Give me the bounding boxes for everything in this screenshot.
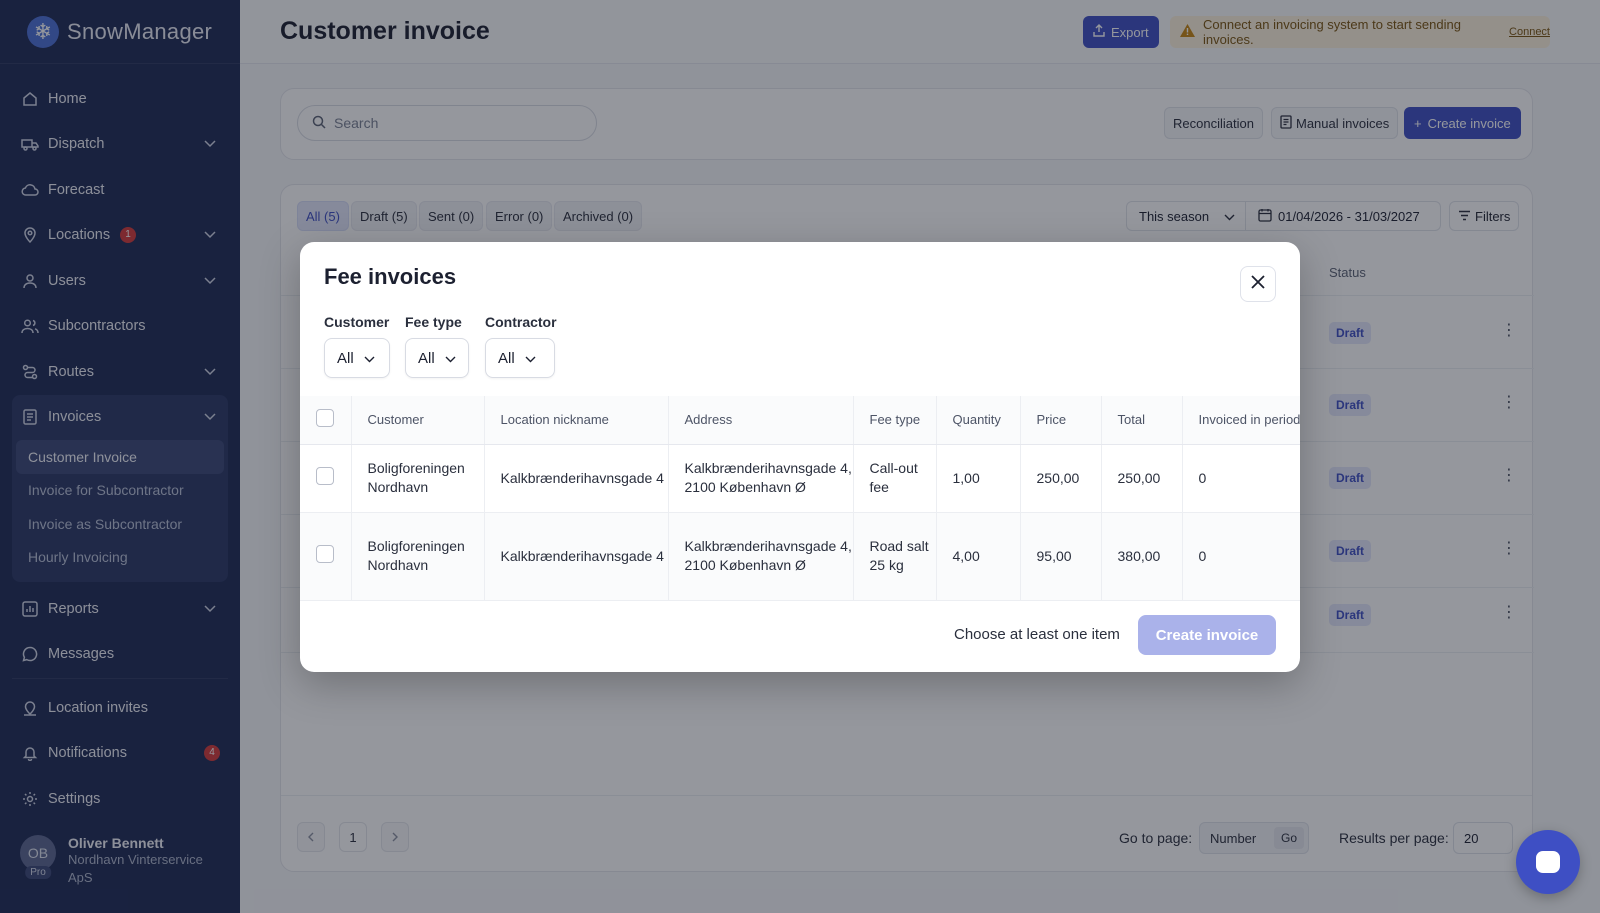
column-header-total[interactable]: Total	[1101, 396, 1183, 445]
cell-price: 250,00	[1020, 444, 1102, 513]
close-icon	[1251, 274, 1265, 294]
cell-customer: Boligforeningen Nordhavn	[351, 444, 485, 513]
cell-address: Kalkbrænderihavnsgade 4, 2100 København …	[668, 444, 854, 513]
column-header-price[interactable]: Price	[1020, 396, 1102, 445]
cell-price: 95,00	[1020, 512, 1102, 601]
column-header-address[interactable]: Address	[668, 396, 854, 445]
table-header-row: Customer Location nickname Address Fee t…	[300, 396, 1300, 445]
cell-quantity: 1,00	[936, 444, 1021, 513]
cell-invoiced-in-period: 0	[1182, 444, 1300, 513]
row-checkbox[interactable]	[316, 544, 334, 563]
chat-icon	[1536, 851, 1560, 873]
select-all-cell	[300, 396, 352, 445]
fee-type-select-value: All	[418, 349, 435, 367]
cell-invoiced-in-period: 0	[1182, 512, 1300, 601]
customer-select-value: All	[337, 349, 354, 367]
fee-table: Customer Location nickname Address Fee t…	[300, 396, 1300, 601]
fee-type-filter-label: Fee type	[405, 314, 462, 330]
contractor-select[interactable]: All	[485, 338, 555, 378]
column-header-fee-type[interactable]: Fee type	[853, 396, 937, 445]
column-header-invoiced-in-period[interactable]: Invoiced in period	[1182, 396, 1300, 445]
row-select-cell	[300, 512, 352, 601]
fee-invoices-modal: Fee invoices Customer All Fee type All C…	[300, 242, 1300, 672]
cell-total: 380,00	[1101, 512, 1183, 601]
cell-location-nickname: Kalkbrænderihavnsgade 4	[484, 444, 669, 513]
chevron-down-icon	[445, 350, 456, 367]
close-button[interactable]	[1240, 266, 1276, 302]
table-row[interactable]: Boligforeningen Nordhavn Kalkbrænderihav…	[300, 444, 1300, 513]
table-row[interactable]: Boligforeningen Nordhavn Kalkbrænderihav…	[300, 512, 1300, 601]
row-select-cell	[300, 444, 352, 513]
fee-type-filter: Fee type All	[405, 314, 469, 378]
cell-customer: Boligforeningen Nordhavn	[351, 512, 485, 601]
select-all-checkbox[interactable]	[316, 409, 334, 428]
column-header-customer[interactable]: Customer	[351, 396, 485, 445]
column-header-location-nickname[interactable]: Location nickname	[484, 396, 669, 445]
contractor-filter-label: Contractor	[485, 314, 557, 330]
chevron-down-icon	[525, 350, 536, 367]
cell-address: Kalkbrænderihavnsgade 4, 2100 København …	[668, 512, 854, 601]
selection-hint: Choose at least one item	[954, 626, 1120, 643]
customer-filter-label: Customer	[324, 314, 390, 330]
chat-button[interactable]	[1516, 830, 1580, 894]
fee-type-select[interactable]: All	[405, 338, 469, 378]
cell-fee-type: Call-out fee	[853, 444, 937, 513]
contractor-filter: Contractor All	[485, 314, 557, 378]
chevron-down-icon	[364, 350, 375, 367]
cell-total: 250,00	[1101, 444, 1183, 513]
cell-quantity: 4,00	[936, 512, 1021, 601]
modal-create-invoice-button[interactable]: Create invoice	[1138, 615, 1276, 655]
modal-title: Fee invoices	[324, 264, 457, 289]
row-checkbox[interactable]	[316, 466, 334, 485]
cell-fee-type: Road salt 25 kg	[853, 512, 937, 601]
customer-filter: Customer All	[324, 314, 390, 378]
cell-location-nickname: Kalkbrænderihavnsgade 4	[484, 512, 669, 601]
contractor-select-value: All	[498, 349, 515, 367]
customer-select[interactable]: All	[324, 338, 390, 378]
column-header-quantity[interactable]: Quantity	[936, 396, 1021, 445]
